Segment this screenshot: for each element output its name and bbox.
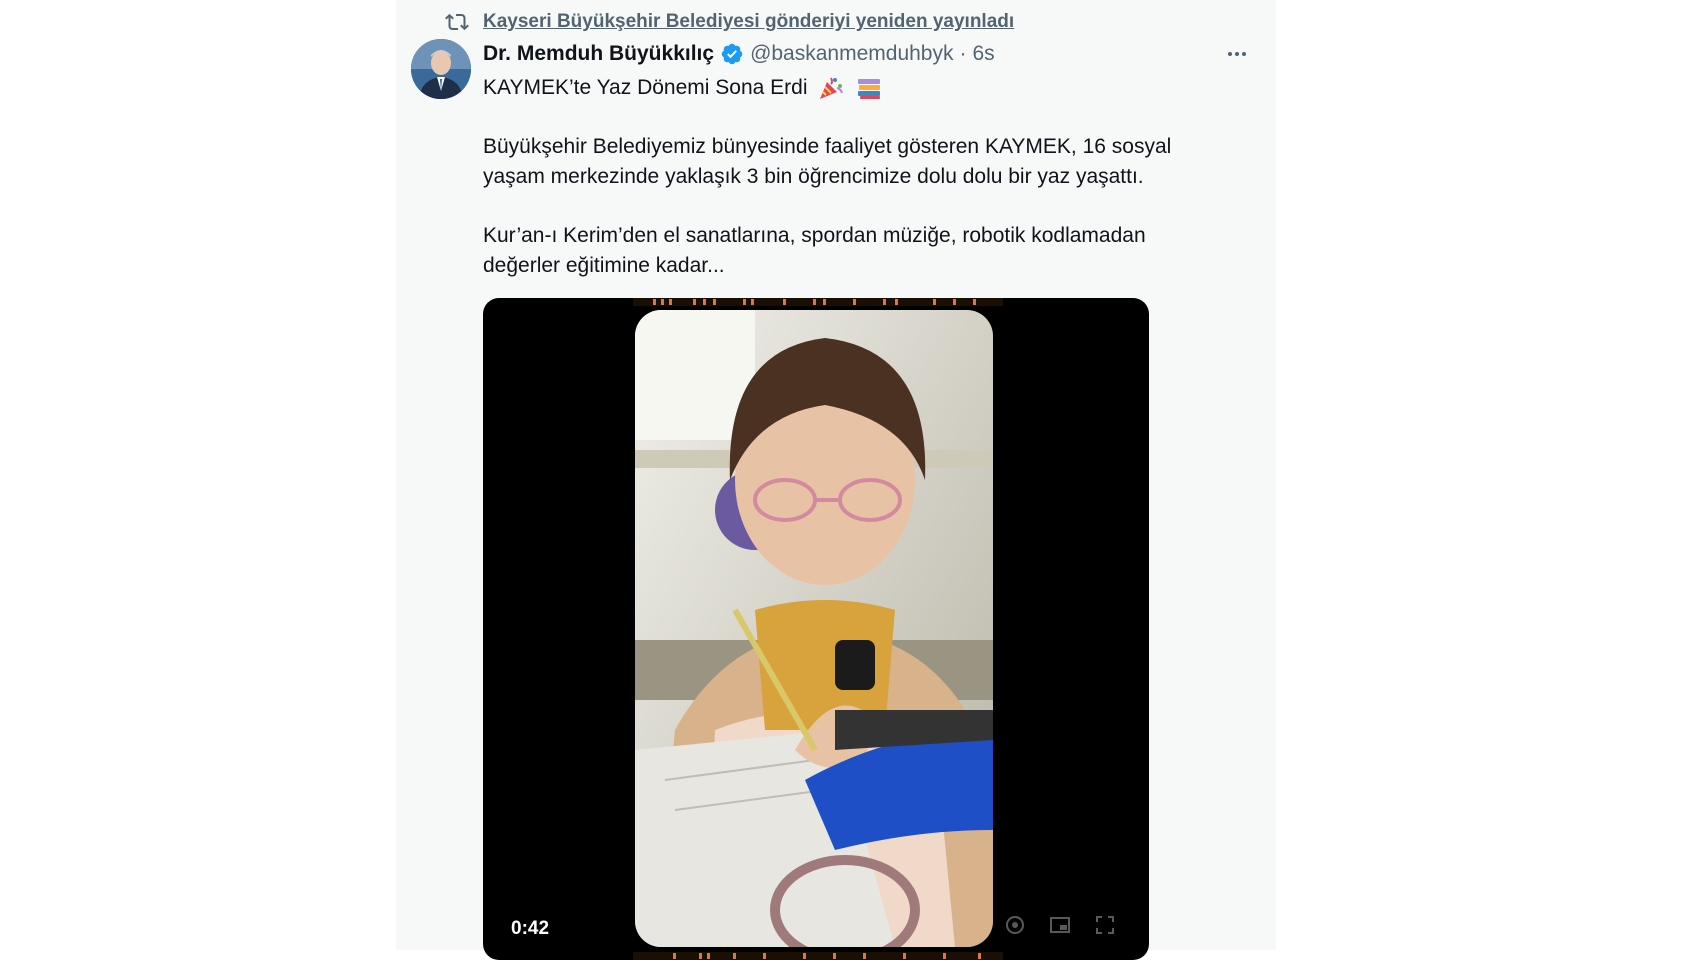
tweet-panel: Kayseri Büyükşehir Belediyesi gönderiyi …	[396, 0, 1276, 960]
tweet-timestamp[interactable]: 6s	[972, 42, 994, 66]
video-thumbnail-image	[635, 310, 993, 947]
tweet-line: Büyükşehir Belediyemiz bünyesinde faaliy…	[483, 135, 1172, 158]
separator-dot: ·	[959, 42, 967, 65]
tweet-body: KAYMEK’te Yaz Dönemi Sona Erdi Büyükşehi…	[483, 73, 1253, 281]
party-popper-icon	[820, 78, 844, 100]
tweet-header: Dr. Memduh Büyükkılıç @baskanmemduhbyk ·…	[483, 40, 995, 68]
more-options-button[interactable]	[1222, 40, 1252, 68]
video-thumbnail	[635, 310, 993, 947]
video-player[interactable]: 0:42	[483, 298, 1149, 960]
more-dot-icon	[1235, 52, 1239, 56]
display-name[interactable]: Dr. Memduh Büyükkılıç	[483, 42, 714, 66]
more-dot-icon	[1242, 52, 1246, 56]
books-icon	[858, 79, 881, 100]
retweet-label[interactable]: Kayseri Büyükşehir Belediyesi gönderiyi …	[483, 11, 1014, 33]
avatar-image	[411, 39, 471, 99]
video-duration: 0:42	[511, 918, 550, 939]
more-dot-icon	[1228, 52, 1232, 56]
fullscreen-icon[interactable]	[1093, 913, 1117, 937]
tweet-line: değerler eğitimine kadar...	[483, 254, 725, 277]
avatar[interactable]	[411, 39, 471, 99]
settings-icon[interactable]	[1003, 913, 1027, 937]
tweet-line: Kur’an-ı Kerim’den el sanatlarına, spord…	[483, 224, 1146, 247]
tweet-line: KAYMEK’te Yaz Dönemi Sona Erdi	[483, 73, 1253, 103]
tweet-title-text: KAYMEK’te Yaz Dönemi Sona Erdi	[483, 76, 808, 99]
pip-icon[interactable]	[1048, 913, 1072, 937]
film-strip-bottom	[633, 952, 1003, 960]
retweet-icon	[445, 13, 469, 31]
author-handle[interactable]: @baskanmemduhbyk	[750, 42, 953, 66]
verified-badge-icon	[721, 43, 743, 65]
retweet-context[interactable]: Kayseri Büyükşehir Belediyesi gönderiyi …	[445, 10, 1014, 34]
film-strip-top	[633, 298, 1003, 306]
tweet-line: yaşam merkezinde yaklaşık 3 bin öğrencim…	[483, 165, 1144, 188]
